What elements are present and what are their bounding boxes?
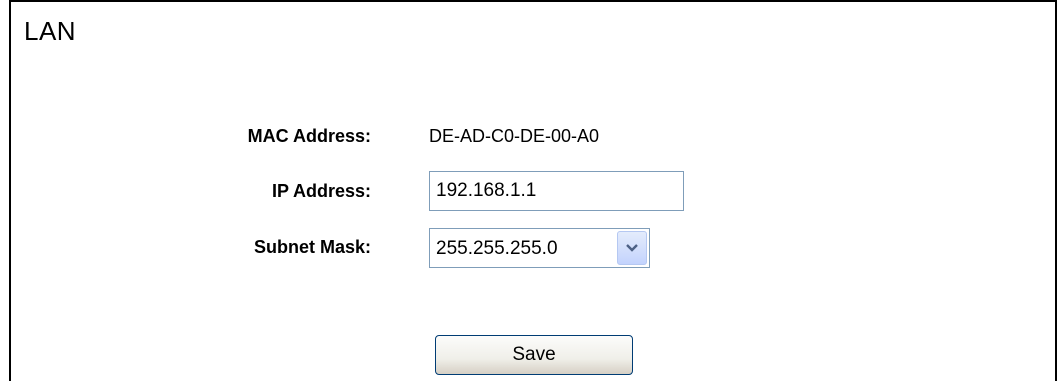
mac-address-label: MAC Address: (247, 126, 371, 146)
section-title: LAN (24, 16, 77, 46)
chevron-down-icon (626, 244, 638, 252)
ip-address-input[interactable] (429, 171, 684, 211)
subnet-mask-value: 255.255.255.0 (436, 238, 558, 259)
mac-address-value: DE-AD-C0-DE-00-A0 (429, 126, 600, 146)
save-button[interactable]: Save (435, 335, 633, 375)
ip-address-label: IP Address: (271, 181, 371, 201)
subnet-mask-label: Subnet Mask: (253, 237, 371, 257)
dropdown-button[interactable] (617, 231, 647, 265)
lan-panel: LAN MAC Address: DE-AD-C0-DE-00-A0 IP Ad… (9, 0, 1057, 381)
subnet-mask-select[interactable]: 255.255.255.0 (429, 228, 650, 268)
